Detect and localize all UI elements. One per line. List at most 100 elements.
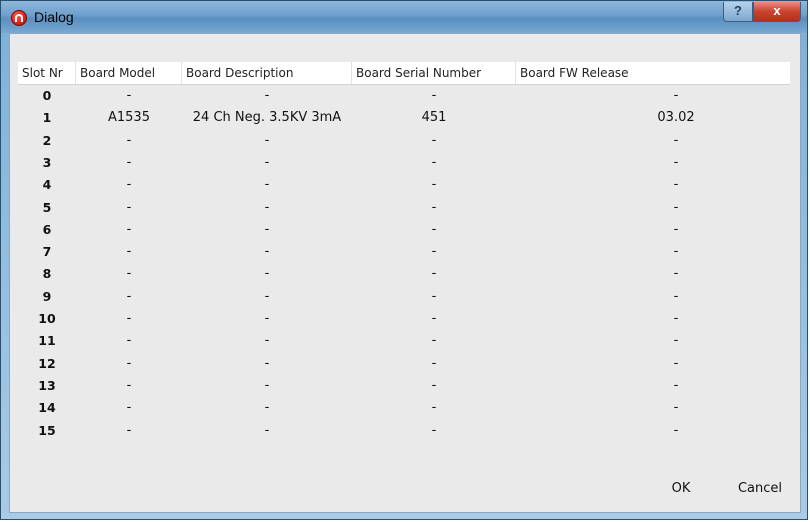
board-model-cell: - — [126, 333, 132, 349]
cancel-button[interactable]: Cancel — [730, 478, 790, 500]
board-description-cell: - — [264, 177, 270, 193]
board-model-cell: - — [126, 154, 132, 170]
board-description-cell: - — [264, 244, 270, 260]
board-model-cell: - — [126, 88, 132, 103]
board-fw-release-cell: - — [673, 132, 679, 148]
board-model-cell: - — [126, 355, 132, 371]
board-serial-number-cell: - — [431, 400, 437, 416]
column-header-board-description[interactable]: Board Description — [182, 62, 352, 84]
dialog-window: Dialog ? x Slot Nr Board Model Board Des… — [0, 0, 808, 520]
table-row[interactable]: 14 - - - - — [18, 397, 790, 419]
board-fw-release-cell: - — [673, 422, 679, 438]
board-description-cell: - — [264, 288, 270, 304]
dialog-content: Slot Nr Board Model Board Description Bo… — [9, 33, 801, 513]
board-description-cell: 24 Ch Neg. 3.5KV 3mA — [192, 110, 342, 126]
table-row[interactable]: 1 A1535 24 Ch Neg. 3.5KV 3mA 451 03.02 — [18, 107, 790, 129]
slot-nr-cell: 10 — [38, 311, 56, 326]
column-header-board-model[interactable]: Board Model — [76, 62, 182, 84]
board-fw-release-cell: - — [673, 266, 679, 282]
help-button[interactable]: ? — [723, 2, 753, 22]
board-model-cell: - — [126, 177, 132, 193]
board-model-cell: - — [126, 422, 132, 438]
board-model-cell: - — [126, 377, 132, 393]
table-row[interactable]: 10 - - - - — [18, 308, 790, 330]
title-bar[interactable]: Dialog ? x — [1, 1, 807, 33]
board-model-cell: - — [126, 400, 132, 416]
slot-nr-cell: 5 — [42, 199, 52, 215]
board-model-cell: - — [126, 221, 132, 237]
table-row[interactable]: 5 - - - - — [18, 197, 790, 219]
table-row[interactable]: 15 - - - - — [18, 420, 790, 442]
board-description-cell: - — [264, 377, 270, 393]
close-button[interactable]: x — [753, 2, 801, 22]
board-description-cell: - — [264, 266, 270, 282]
board-fw-release-cell: - — [673, 400, 679, 416]
board-serial-number-cell: - — [431, 221, 437, 237]
board-serial-number-cell: - — [431, 266, 437, 282]
board-fw-release-cell: - — [673, 154, 679, 170]
board-model-cell: - — [126, 311, 132, 326]
table-row[interactable]: 2 - - - - — [18, 130, 790, 152]
table-header: Slot Nr Board Model Board Description Bo… — [18, 62, 790, 85]
ok-button[interactable]: OK — [664, 478, 698, 500]
board-serial-number-cell: - — [431, 288, 437, 304]
board-model-cell: - — [126, 288, 132, 304]
slot-nr-cell: 4 — [42, 177, 52, 193]
board-fw-release-cell: - — [673, 311, 679, 326]
board-description-cell: - — [264, 154, 270, 170]
board-fw-release-cell: - — [673, 377, 679, 393]
board-serial-number-cell: - — [431, 177, 437, 193]
board-fw-release-cell: 03.02 — [657, 110, 695, 126]
slot-nr-cell: 15 — [38, 422, 56, 438]
board-description-cell: - — [264, 422, 270, 438]
table-row[interactable]: 9 - - - - — [18, 286, 790, 308]
column-header-board-serial-number[interactable]: Board Serial Number — [352, 62, 516, 84]
table-row[interactable]: 3 - - - - — [18, 152, 790, 174]
window-title: Dialog — [34, 9, 74, 25]
board-serial-number-cell: - — [431, 244, 437, 260]
board-model-cell: A1535 — [108, 110, 150, 126]
board-serial-number-cell: - — [431, 311, 437, 326]
board-description-cell: - — [264, 311, 270, 326]
table-row[interactable]: 7 - - - - — [18, 241, 790, 263]
board-description-cell: - — [264, 221, 270, 237]
table-row[interactable]: 8 - - - - — [18, 263, 790, 285]
slot-nr-cell: 2 — [42, 132, 52, 148]
table-row[interactable]: 4 - - - - — [18, 174, 790, 196]
board-description-cell: - — [264, 333, 270, 349]
slot-nr-cell: 13 — [38, 377, 56, 393]
board-model-cell: - — [126, 132, 132, 148]
slot-nr-cell: 12 — [38, 355, 56, 371]
board-description-cell: - — [264, 88, 270, 103]
board-fw-release-cell: - — [673, 333, 679, 349]
board-fw-release-cell: - — [673, 244, 679, 260]
board-serial-number-cell: - — [431, 154, 437, 170]
table-row[interactable]: 13 - - - - — [18, 375, 790, 397]
slot-nr-cell: 0 — [42, 88, 52, 103]
table-row[interactable]: 6 - - - - — [18, 219, 790, 241]
board-serial-number-cell: 451 — [421, 110, 447, 126]
board-description-cell: - — [264, 355, 270, 371]
column-header-board-fw-release[interactable]: Board FW Release — [516, 62, 790, 84]
board-fw-release-cell: - — [673, 355, 679, 371]
slot-nr-cell: 1 — [42, 110, 52, 126]
board-serial-number-cell: - — [431, 132, 437, 148]
table-row[interactable]: 12 - - - - — [18, 353, 790, 375]
board-model-cell: - — [126, 266, 132, 282]
app-logo-icon — [11, 10, 27, 26]
board-fw-release-cell: - — [673, 177, 679, 193]
slot-nr-cell: 9 — [42, 288, 52, 304]
table-row[interactable]: 0 - - - - — [18, 85, 790, 107]
board-model-cell: - — [126, 199, 132, 215]
board-description-cell: - — [264, 199, 270, 215]
board-serial-number-cell: - — [431, 355, 437, 371]
board-description-cell: - — [264, 400, 270, 416]
board-fw-release-cell: - — [673, 88, 679, 103]
slot-nr-cell: 3 — [42, 154, 52, 170]
board-description-cell: - — [264, 132, 270, 148]
slot-nr-cell: 7 — [42, 244, 52, 260]
table-row[interactable]: 11 - - - - — [18, 330, 790, 352]
column-header-slot-nr[interactable]: Slot Nr — [18, 62, 76, 84]
slot-nr-cell: 8 — [42, 266, 52, 282]
board-serial-number-cell: - — [431, 333, 437, 349]
